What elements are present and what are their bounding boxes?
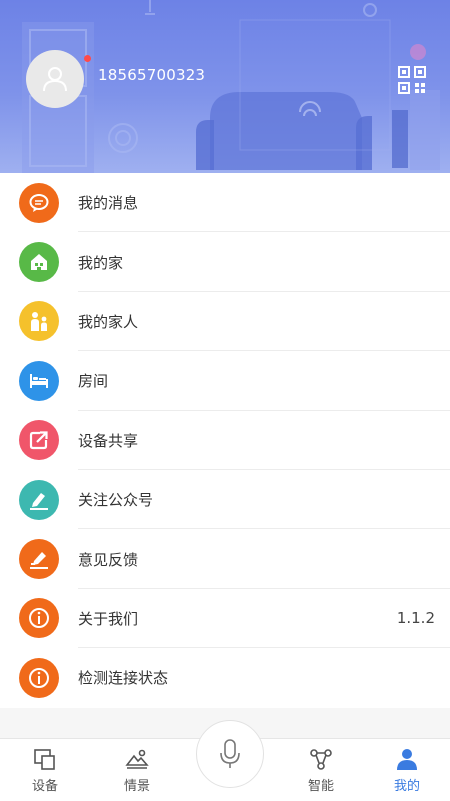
- menu-item-my-home[interactable]: 我的家: [0, 232, 450, 293]
- scene-icon: [125, 749, 149, 769]
- info-icon: [19, 598, 59, 639]
- menu-item-family[interactable]: 我的家人: [0, 292, 450, 352]
- menu-item-label: 房间: [78, 372, 109, 391]
- menu-item-label: 关注公众号: [78, 491, 154, 510]
- family-icon: [19, 301, 59, 342]
- menu-list: 我的消息 我的家 我的家人 房间 设备共享 关注公众号 意见反馈 关于我们 1.…: [0, 173, 450, 708]
- user-avatar-icon: [43, 67, 67, 92]
- menu-item-messages[interactable]: 我的消息: [0, 173, 450, 233]
- notification-dot: [84, 55, 91, 62]
- tab-devices[interactable]: 设备: [0, 739, 90, 801]
- feedback-icon: [19, 539, 59, 580]
- tab-mine[interactable]: 我的: [362, 739, 450, 801]
- smart-icon: [310, 749, 332, 770]
- tab-scenes[interactable]: 情景: [92, 739, 182, 801]
- menu-item-device-share[interactable]: 设备共享: [0, 411, 450, 471]
- message-icon: [19, 182, 59, 223]
- menu-item-rooms[interactable]: 房间: [0, 351, 450, 411]
- profile-icon: [397, 749, 417, 770]
- menu-item-label: 我的消息: [78, 194, 139, 213]
- tab-label: 智能: [307, 779, 334, 794]
- avatar[interactable]: [26, 50, 84, 108]
- menu-item-connection-status[interactable]: 检测连接状态: [0, 648, 450, 707]
- tab-label: 我的: [393, 779, 420, 794]
- device-icon: [34, 749, 55, 770]
- menu-item-label: 我的家人: [78, 312, 139, 331]
- menu-item-label: 检测连接状态: [78, 669, 169, 688]
- profile-header: 18565700323: [0, 0, 450, 173]
- microphone-icon: [220, 739, 240, 768]
- info-icon: [19, 657, 59, 698]
- tab-smart[interactable]: 智能: [276, 739, 366, 801]
- menu-item-label: 意见反馈: [78, 550, 139, 569]
- tab-label: 情景: [123, 779, 150, 794]
- app-version: 1.1.2: [396, 609, 435, 628]
- share-icon: [19, 420, 59, 461]
- menu-item-label: 我的家: [78, 253, 124, 272]
- menu-item-label: 关于我们: [78, 609, 139, 628]
- sign-icon: [19, 479, 59, 520]
- menu-item-about-us[interactable]: 关于我们 1.1.2: [0, 589, 450, 649]
- menu-item-label: 设备共享: [78, 431, 139, 450]
- tab-label: 设备: [31, 779, 58, 794]
- bed-icon: [19, 360, 59, 401]
- voice-button[interactable]: [196, 720, 264, 788]
- phone-number[interactable]: 18565700323: [98, 66, 205, 84]
- qr-code-icon[interactable]: [398, 66, 426, 94]
- menu-item-feedback[interactable]: 意见反馈: [0, 529, 450, 590]
- home-icon: [19, 242, 59, 283]
- menu-item-follow-account[interactable]: 关注公众号: [0, 470, 450, 530]
